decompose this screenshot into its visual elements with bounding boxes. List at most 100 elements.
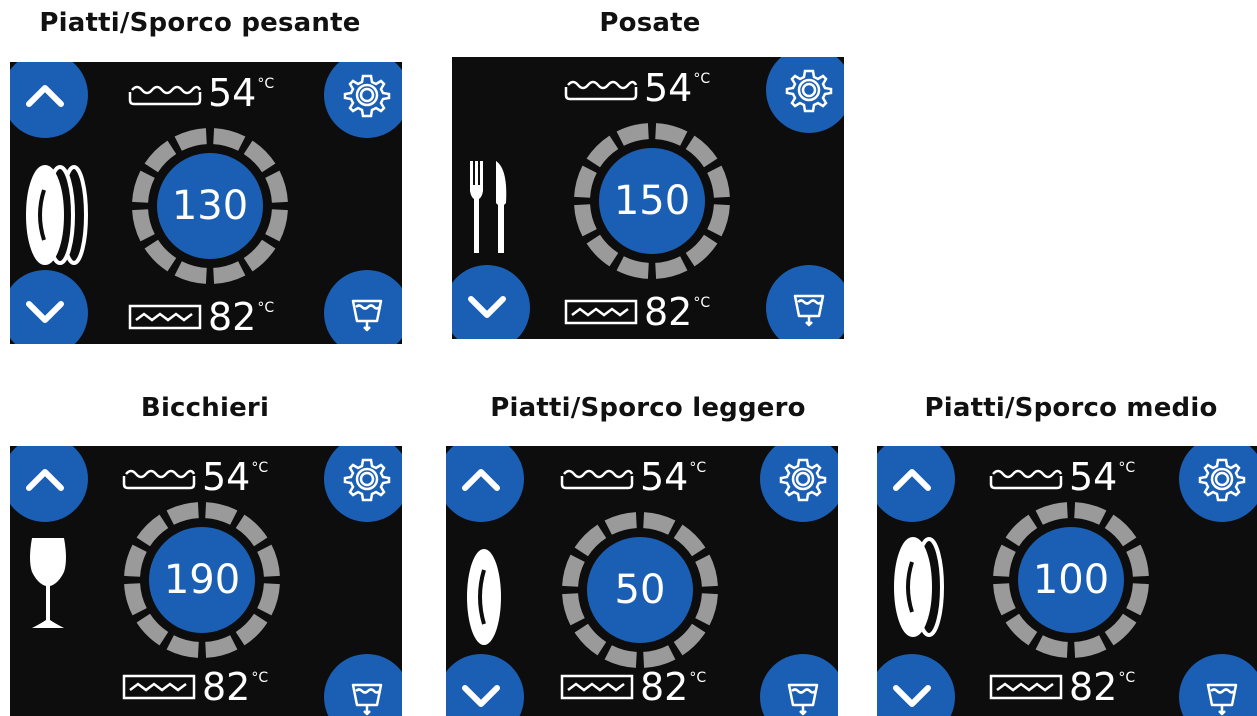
cycle-time-value: 150 <box>613 178 691 224</box>
drain-icon <box>351 683 383 716</box>
drain-button[interactable] <box>324 654 402 716</box>
drain-icon <box>793 294 825 327</box>
rinse-temp-unit: °C <box>1118 670 1136 686</box>
ring-segment <box>1074 635 1107 658</box>
cycle-time-value: 50 <box>614 567 666 613</box>
ring-segment <box>993 583 1016 616</box>
scroll-up-button[interactable] <box>877 446 955 522</box>
wash-temp-unit: °C <box>689 460 707 476</box>
plate-single-icon <box>467 549 501 645</box>
ring-segment <box>243 239 276 272</box>
rinse-temp-unit: °C <box>257 300 275 316</box>
ring-segment <box>562 593 585 626</box>
ring-segment <box>213 128 246 151</box>
ring-segment <box>1005 514 1038 547</box>
settings-button[interactable] <box>1179 446 1257 522</box>
settings-button[interactable] <box>766 57 844 133</box>
cycle-time-display[interactable]: 150 <box>599 148 705 254</box>
scroll-up-button[interactable] <box>446 446 524 522</box>
ring-segment <box>257 544 280 577</box>
drain-icon <box>1206 683 1238 716</box>
screen-medium: 54 °C 82 °C 100 <box>877 446 1257 716</box>
cycle-time-ring: 150 <box>572 121 732 281</box>
cycle-time-display[interactable]: 190 <box>149 527 255 633</box>
ring-segment <box>574 623 607 656</box>
rinse-temperature: 82 °C <box>564 293 710 331</box>
settings-button[interactable] <box>760 446 838 522</box>
ring-segment <box>1035 502 1068 525</box>
rinse-temp-unit: °C <box>251 670 269 686</box>
ring-segment <box>124 544 147 577</box>
ring-segment <box>586 135 619 168</box>
scroll-down-button[interactable] <box>446 654 524 716</box>
ring-segment <box>604 645 637 668</box>
cycle-time-value: 100 <box>1032 557 1110 603</box>
scroll-up-button[interactable] <box>10 62 88 138</box>
scroll-down-button[interactable] <box>452 265 530 339</box>
ring-segment <box>655 123 688 146</box>
scroll-down-button[interactable] <box>877 654 955 716</box>
wash-temperature: 54 °C <box>128 74 274 112</box>
ring-segment <box>205 635 238 658</box>
rinse-tank-icon <box>128 304 202 330</box>
drain-button[interactable] <box>324 270 402 344</box>
cycle-time-display[interactable]: 50 <box>587 537 693 643</box>
wash-temp-value: 54 <box>1069 455 1118 499</box>
wash-tank-icon <box>128 85 202 106</box>
ring-segment <box>695 593 718 626</box>
scroll-down-button[interactable] <box>10 270 88 344</box>
ring-segment <box>144 140 177 173</box>
ring-segment <box>1104 613 1137 646</box>
drain-button[interactable] <box>1179 654 1257 716</box>
gear-icon <box>1198 458 1246 502</box>
chevron-up-icon <box>26 85 64 107</box>
ring-segment <box>265 209 288 242</box>
rinse-temperature: 82 °C <box>128 298 274 336</box>
chevron-down-icon <box>893 685 931 707</box>
wine-glass-icon <box>30 538 66 628</box>
title-cutlery: Posate <box>599 8 701 38</box>
scroll-up-button[interactable] <box>10 446 88 522</box>
ring-segment <box>1005 613 1038 646</box>
ring-segment <box>136 613 169 646</box>
wash-temp-value: 54 <box>644 66 693 110</box>
ring-segment <box>586 234 619 267</box>
ring-segment <box>132 209 155 242</box>
wash-temperature: 54 °C <box>564 69 710 107</box>
ring-segment <box>166 502 199 525</box>
cycle-time-ring: 190 <box>122 500 282 660</box>
ring-segment <box>174 261 207 284</box>
ring-segment <box>1104 514 1137 547</box>
ring-segment <box>243 140 276 173</box>
ring-segment <box>235 514 268 547</box>
screen-heavy: 54 °C 82 °C 130 <box>10 62 402 344</box>
ring-segment <box>144 239 177 272</box>
ring-segment <box>166 635 199 658</box>
cycle-time-display[interactable]: 130 <box>157 153 263 259</box>
wash-temp-unit: °C <box>251 460 269 476</box>
drain-button[interactable] <box>760 654 838 716</box>
wash-temp-value: 54 <box>202 455 251 499</box>
fork-knife-icon <box>470 161 507 253</box>
settings-button[interactable] <box>324 446 402 522</box>
chevron-down-icon <box>468 296 506 318</box>
ring-segment <box>1126 544 1149 577</box>
cycle-time-display[interactable]: 100 <box>1018 527 1124 633</box>
rinse-temp-unit: °C <box>689 670 707 686</box>
title-heavy: Piatti/Sporco pesante <box>39 8 361 38</box>
ring-segment <box>562 554 585 587</box>
rinse-temp-value: 82 <box>208 295 257 339</box>
title-glasses: Bicchieri <box>140 393 270 423</box>
wash-temp-value: 54 <box>640 455 689 499</box>
settings-button[interactable] <box>324 62 402 138</box>
rinse-temperature: 82 °C <box>122 668 268 706</box>
ring-segment <box>1126 583 1149 616</box>
ring-segment <box>673 623 706 656</box>
wash-temp-unit: °C <box>693 71 711 87</box>
wash-tank-icon <box>560 469 634 490</box>
ring-segment <box>1074 502 1107 525</box>
ring-segment <box>707 165 730 198</box>
cycle-time-ring: 50 <box>560 510 720 670</box>
drain-button[interactable] <box>766 265 844 339</box>
ring-segment <box>643 512 676 535</box>
